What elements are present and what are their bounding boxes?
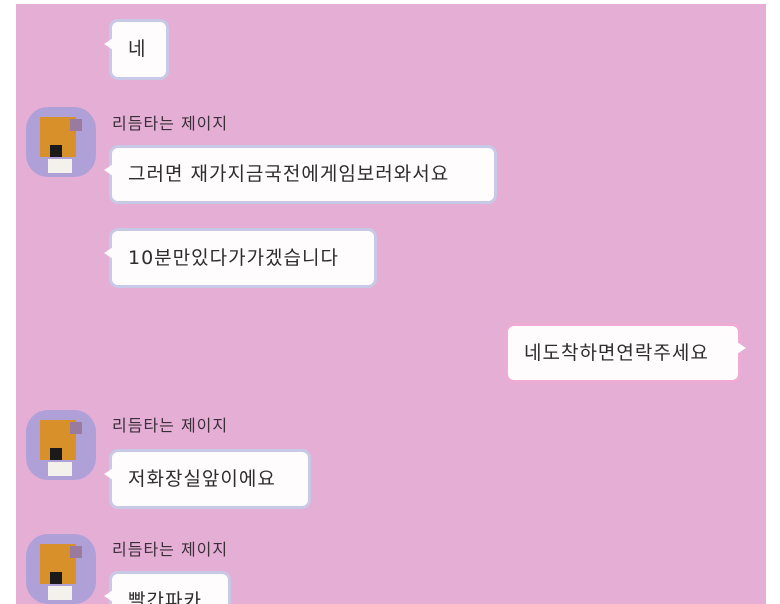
message-bubble-incoming[interactable]: 그러면 재가지금국전에게임보러와서요	[112, 148, 494, 201]
message-bubble-outgoing[interactable]: 네도착하면연락주세요	[508, 326, 738, 380]
avatar[interactable]	[26, 107, 96, 177]
message-text: 10분만있다가가겠습니다	[128, 249, 339, 268]
message-bubble-incoming[interactable]: 10분만있다가가겠습니다	[112, 231, 374, 285]
message-text: 저화장실앞이에요	[128, 470, 276, 489]
message-bubble-incoming[interactable]: 저화장실앞이에요	[112, 452, 308, 506]
message-text: 그러면 재가지금국전에게임보러와서요	[128, 165, 449, 184]
sender-name: 리듬타는 제이지	[112, 536, 228, 560]
message-text: 네도착하면연락주세요	[524, 344, 709, 363]
avatar[interactable]	[26, 410, 96, 480]
avatar[interactable]	[26, 534, 96, 604]
message-bubble-incoming[interactable]: 네	[112, 22, 166, 77]
message-text: 네	[128, 40, 146, 59]
chat-area: 네 리듬타는 제이지 그러면 재가지금국전에게임보러와서요 10분만있다가가겠습…	[16, 4, 766, 604]
message-text: 빨간파카	[128, 592, 202, 604]
sender-name: 리듬타는 제이지	[112, 110, 228, 134]
sender-name: 리듬타는 제이지	[112, 412, 228, 436]
